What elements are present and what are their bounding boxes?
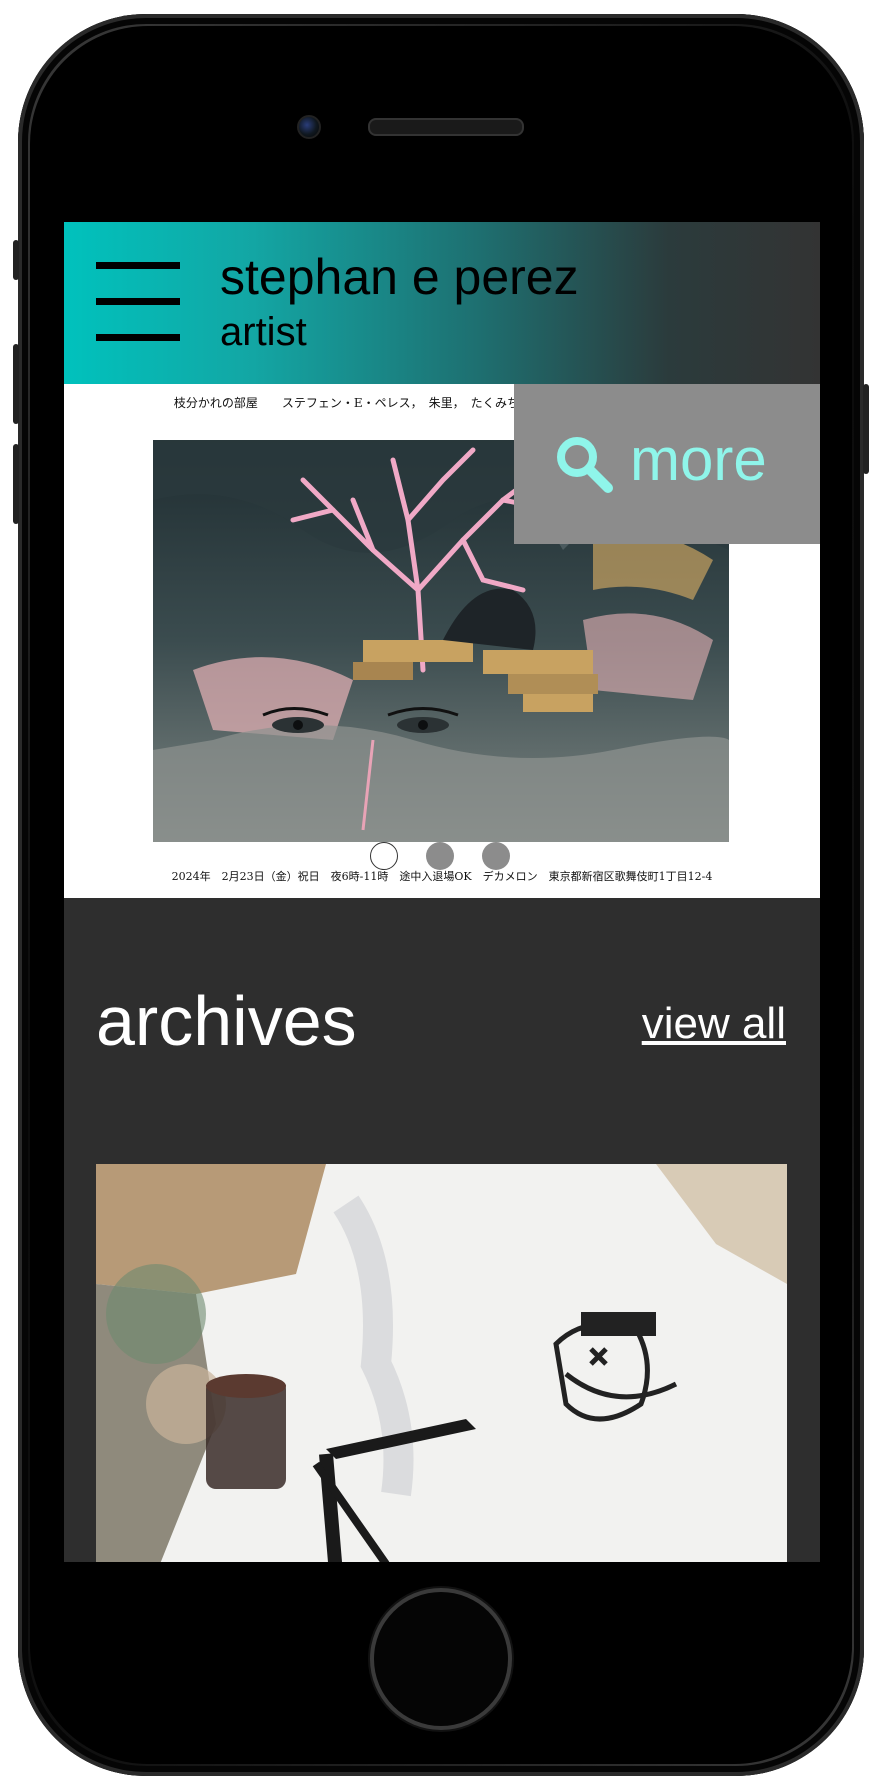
- website-screen: stephan e perez artist 枝分かれの部屋 ステフェン・E・ペ…: [64, 222, 820, 1562]
- view-all-link[interactable]: view all: [642, 1002, 786, 1046]
- site-brand-role: artist: [220, 310, 307, 354]
- carousel-dot-2[interactable]: [426, 842, 454, 870]
- archive-item-thumbnail[interactable]: [96, 1164, 787, 1562]
- search-icon: [557, 437, 613, 493]
- site-header: stephan e perez artist: [64, 222, 820, 384]
- carousel-dot-3[interactable]: [482, 842, 510, 870]
- archives-heading: archives: [96, 982, 357, 1060]
- power-button: [863, 384, 869, 474]
- volume-down-button: [13, 444, 19, 524]
- carousel-dot-1[interactable]: [370, 842, 398, 870]
- carousel-pagination: [370, 842, 510, 872]
- archive-artwork-image: [96, 1164, 787, 1562]
- site-brand-name[interactable]: stephan e perez: [220, 250, 579, 305]
- more-button[interactable]: more: [514, 384, 820, 544]
- menu-icon[interactable]: [96, 262, 180, 344]
- front-camera: [297, 115, 321, 139]
- volume-up-button: [13, 344, 19, 424]
- home-button: [374, 1592, 508, 1726]
- mute-switch: [13, 240, 19, 280]
- hero-carousel[interactable]: 枝分かれの部屋 ステフェン・E・ペレス， 朱里， たくみちゃん， 武谷 大介， …: [64, 384, 820, 898]
- earpiece-speaker: [368, 118, 524, 136]
- more-button-label: more: [630, 426, 767, 493]
